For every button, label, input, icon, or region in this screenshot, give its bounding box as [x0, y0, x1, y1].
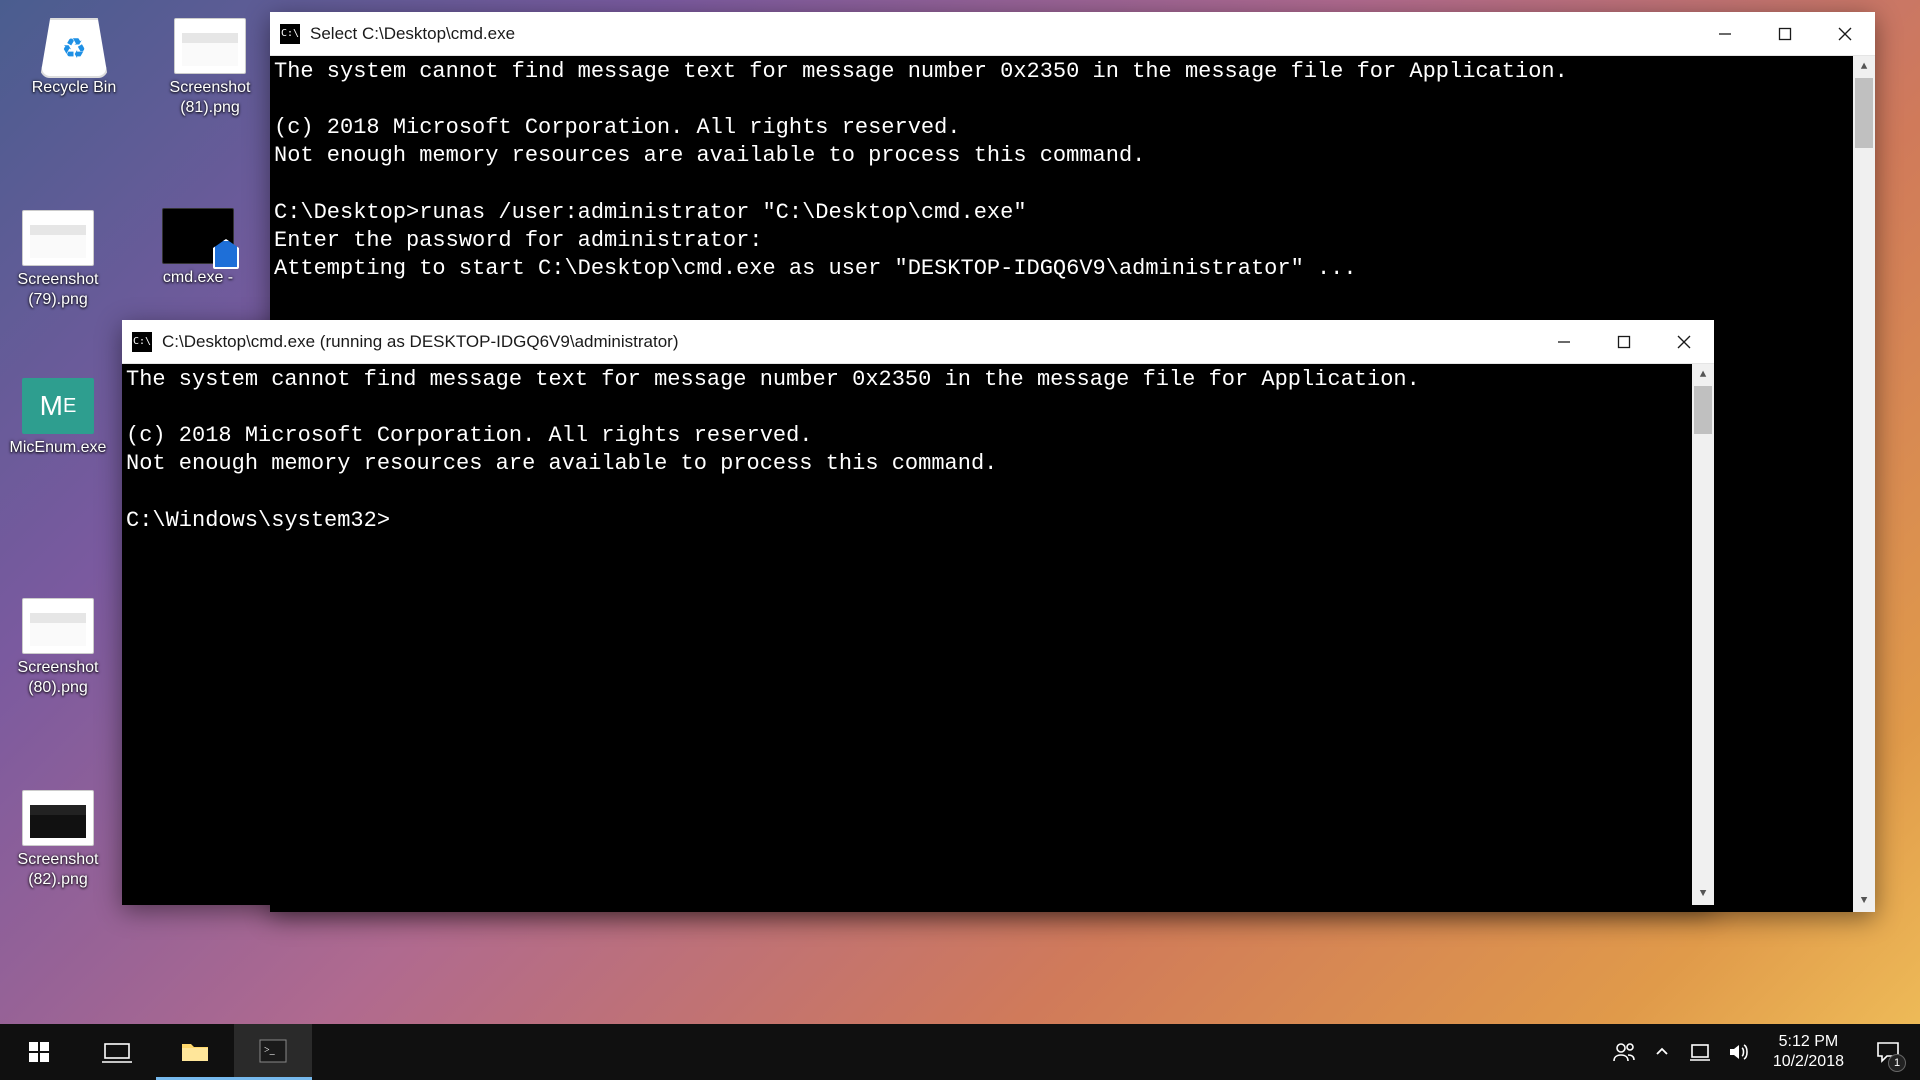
start-button[interactable]: [0, 1024, 78, 1080]
svg-text:>_: >_: [264, 1045, 276, 1056]
notification-badge: 1: [1888, 1054, 1906, 1072]
micenum-icon: ME: [22, 378, 94, 434]
scroll-track[interactable]: [1692, 386, 1714, 883]
desktop-icon-label: Screenshot (82).png: [8, 850, 108, 890]
tray-overflow-button[interactable]: [1645, 1024, 1679, 1080]
clock-time: 5:12 PM: [1773, 1032, 1844, 1052]
close-button[interactable]: [1815, 12, 1875, 56]
desktop-icon-cmd-shortcut[interactable]: cmd.exe -: [148, 208, 248, 288]
cmd-window-2-admin[interactable]: C:\ C:\Desktop\cmd.exe (running as DESKT…: [122, 320, 1714, 905]
scroll-down-button[interactable]: ▼: [1692, 883, 1714, 905]
cmd-icon: C:\: [132, 332, 152, 352]
maximize-button[interactable]: [1594, 320, 1654, 364]
scrollbar[interactable]: ▲ ▼: [1853, 56, 1875, 912]
desktop-icon-recycle-bin[interactable]: Recycle Bin: [24, 18, 124, 98]
scrollbar[interactable]: ▲ ▼: [1692, 364, 1714, 905]
desktop-icon-screenshot-79[interactable]: Screenshot (79).png: [8, 210, 108, 310]
scroll-track[interactable]: [1853, 78, 1875, 890]
desktop-icon-label: MicEnum.exe: [8, 438, 108, 458]
window-title: C:\Desktop\cmd.exe (running as DESKTOP-I…: [162, 332, 678, 352]
desktop-icon-label: cmd.exe -: [148, 268, 248, 288]
desktop-icon-screenshot-80[interactable]: Screenshot (80).png: [8, 598, 108, 698]
titlebar[interactable]: C:\ Select C:\Desktop\cmd.exe: [270, 12, 1875, 56]
desktop-icon-label: Recycle Bin: [24, 78, 124, 98]
taskbar[interactable]: >_ 5:12 PM 10/2/2018 1: [0, 1024, 1920, 1080]
titlebar[interactable]: C:\ C:\Desktop\cmd.exe (running as DESKT…: [122, 320, 1714, 364]
cmd-icon: C:\: [280, 24, 300, 44]
desktop-icon-label: Screenshot (81).png: [160, 78, 260, 118]
scroll-down-button[interactable]: ▼: [1853, 890, 1875, 912]
action-center-button[interactable]: 1: [1862, 1024, 1914, 1080]
window-title: Select C:\Desktop\cmd.exe: [310, 24, 515, 44]
volume-icon[interactable]: [1721, 1024, 1755, 1080]
image-file-icon: [22, 210, 94, 266]
desktop-icon-screenshot-81[interactable]: Screenshot (81).png: [160, 18, 260, 118]
desktop-icon-screenshot-82[interactable]: Screenshot (82).png: [8, 790, 108, 890]
cmd-shortcut-icon: [162, 208, 234, 264]
scroll-up-button[interactable]: ▲: [1853, 56, 1875, 78]
image-file-icon: [174, 18, 246, 74]
maximize-button[interactable]: [1755, 12, 1815, 56]
system-tray: 5:12 PM 10/2/2018 1: [1607, 1024, 1920, 1080]
network-icon[interactable]: [1683, 1024, 1717, 1080]
close-button[interactable]: [1654, 320, 1714, 364]
image-file-icon: [22, 790, 94, 846]
taskbar-clock[interactable]: 5:12 PM 10/2/2018: [1759, 1032, 1858, 1072]
image-file-icon: [22, 598, 94, 654]
taskbar-file-explorer[interactable]: [156, 1024, 234, 1080]
people-icon[interactable]: [1607, 1024, 1641, 1080]
desktop-icon-micenum[interactable]: ME MicEnum.exe: [8, 378, 108, 458]
minimize-button[interactable]: [1534, 320, 1594, 364]
clock-date: 10/2/2018: [1773, 1052, 1844, 1072]
scroll-up-button[interactable]: ▲: [1692, 364, 1714, 386]
scroll-thumb[interactable]: [1694, 386, 1712, 434]
console-output[interactable]: The system cannot find message text for …: [122, 364, 1714, 905]
scroll-thumb[interactable]: [1855, 78, 1873, 148]
taskbar-cmd[interactable]: >_: [234, 1024, 312, 1080]
task-view-button[interactable]: [78, 1024, 156, 1080]
minimize-button[interactable]: [1695, 12, 1755, 56]
desktop-icon-label: Screenshot (80).png: [8, 658, 108, 698]
recycle-bin-icon: [38, 18, 110, 74]
desktop-icon-label: Screenshot (79).png: [8, 270, 108, 310]
